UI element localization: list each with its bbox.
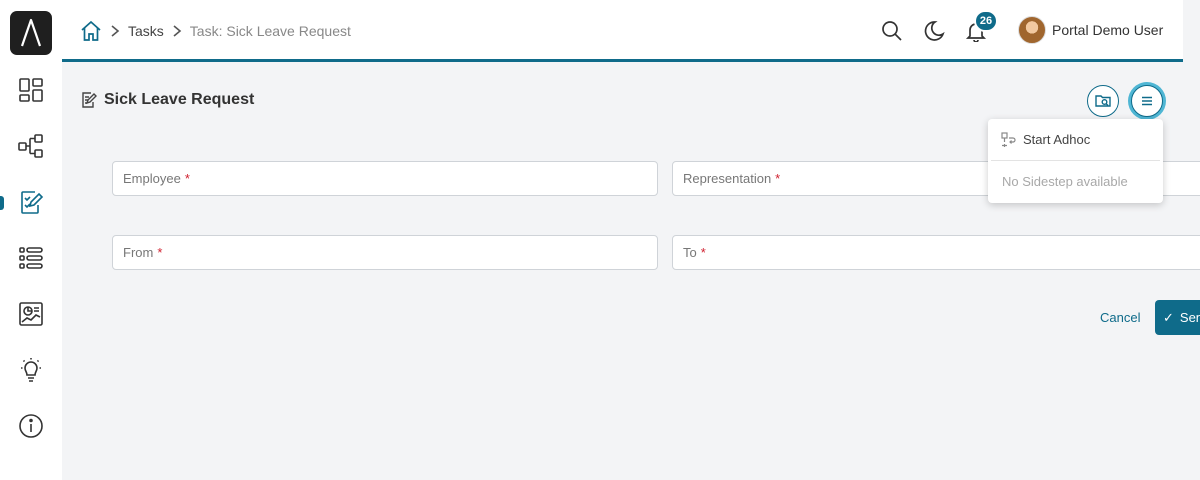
chevron-right-icon xyxy=(172,24,182,38)
send-button[interactable]: ✓ Send xyxy=(1155,300,1200,335)
chevron-right-icon xyxy=(110,24,120,38)
user-name: Portal Demo User xyxy=(1052,22,1164,38)
from-label: From xyxy=(123,245,154,260)
breadcrumb-tasks[interactable]: Tasks xyxy=(128,23,164,39)
sidebar-item-list[interactable] xyxy=(0,238,62,278)
folder-search-button[interactable] xyxy=(1087,85,1119,117)
menu-button[interactable] xyxy=(1131,85,1163,117)
right-gutter xyxy=(1183,0,1200,62)
user-menu[interactable]: Portal Demo User xyxy=(1018,16,1163,44)
page-title-text: Sick Leave Request xyxy=(104,91,255,108)
adhoc-workflow-icon xyxy=(1001,131,1016,147)
employee-field[interactable]: Employee * xyxy=(112,161,658,196)
search-button[interactable] xyxy=(880,19,904,43)
moon-icon xyxy=(924,21,945,41)
employee-label: Employee xyxy=(123,171,181,186)
dark-mode-toggle[interactable] xyxy=(922,19,946,43)
representation-label: Representation xyxy=(683,171,772,186)
sidebar-item-tasks[interactable] xyxy=(0,182,62,222)
search-icon xyxy=(882,21,902,41)
list-icon xyxy=(19,247,43,269)
required-mark: * xyxy=(157,245,163,260)
check-icon: ✓ xyxy=(1163,309,1174,325)
lightbulb-icon xyxy=(21,358,41,382)
sidebar-item-reports[interactable] xyxy=(0,294,62,334)
to-label: To xyxy=(683,245,697,260)
start-adhoc-label: Start Adhoc xyxy=(1023,132,1091,147)
to-date-field[interactable]: To * xyxy=(672,235,1200,270)
start-adhoc-menu-item[interactable]: Start Adhoc xyxy=(988,119,1163,160)
from-date-field[interactable]: From * xyxy=(112,235,658,270)
dashboard-icon xyxy=(19,78,43,102)
process-flow-icon xyxy=(18,134,43,158)
sidebar-item-ideas[interactable] xyxy=(0,350,62,390)
sidebar-item-dashboard[interactable] xyxy=(0,70,62,110)
info-icon xyxy=(19,414,43,438)
top-header: Tasks Task: Sick Leave Request 26 Portal… xyxy=(62,0,1183,62)
dropdown-divider xyxy=(991,160,1160,161)
actions-dropdown: Start Adhoc No Sidestep available xyxy=(988,119,1163,203)
edit-document-icon xyxy=(82,92,97,108)
breadcrumb: Tasks Task: Sick Leave Request xyxy=(80,20,351,42)
required-mark: * xyxy=(775,171,781,186)
app-logo[interactable] xyxy=(10,11,52,55)
required-mark: * xyxy=(184,171,190,186)
avatar xyxy=(1018,16,1046,44)
notification-count-badge: 26 xyxy=(974,10,998,32)
no-sidestep-text: No Sidestep available xyxy=(1002,174,1128,189)
page-title: Sick Leave Request xyxy=(80,91,254,109)
tasks-icon xyxy=(21,191,44,214)
sidebar-item-info[interactable] xyxy=(0,406,62,446)
send-label: Send xyxy=(1179,310,1200,325)
cancel-button[interactable]: Cancel xyxy=(1100,310,1140,325)
breadcrumb-current: Task: Sick Leave Request xyxy=(189,23,351,39)
sidebar xyxy=(0,0,62,480)
sidebar-item-processes[interactable] xyxy=(0,126,62,166)
hamburger-menu-icon xyxy=(1142,96,1152,106)
home-icon[interactable] xyxy=(80,20,102,42)
folder-search-icon xyxy=(1095,95,1111,107)
report-chart-icon xyxy=(19,302,43,326)
required-mark: * xyxy=(700,245,706,260)
